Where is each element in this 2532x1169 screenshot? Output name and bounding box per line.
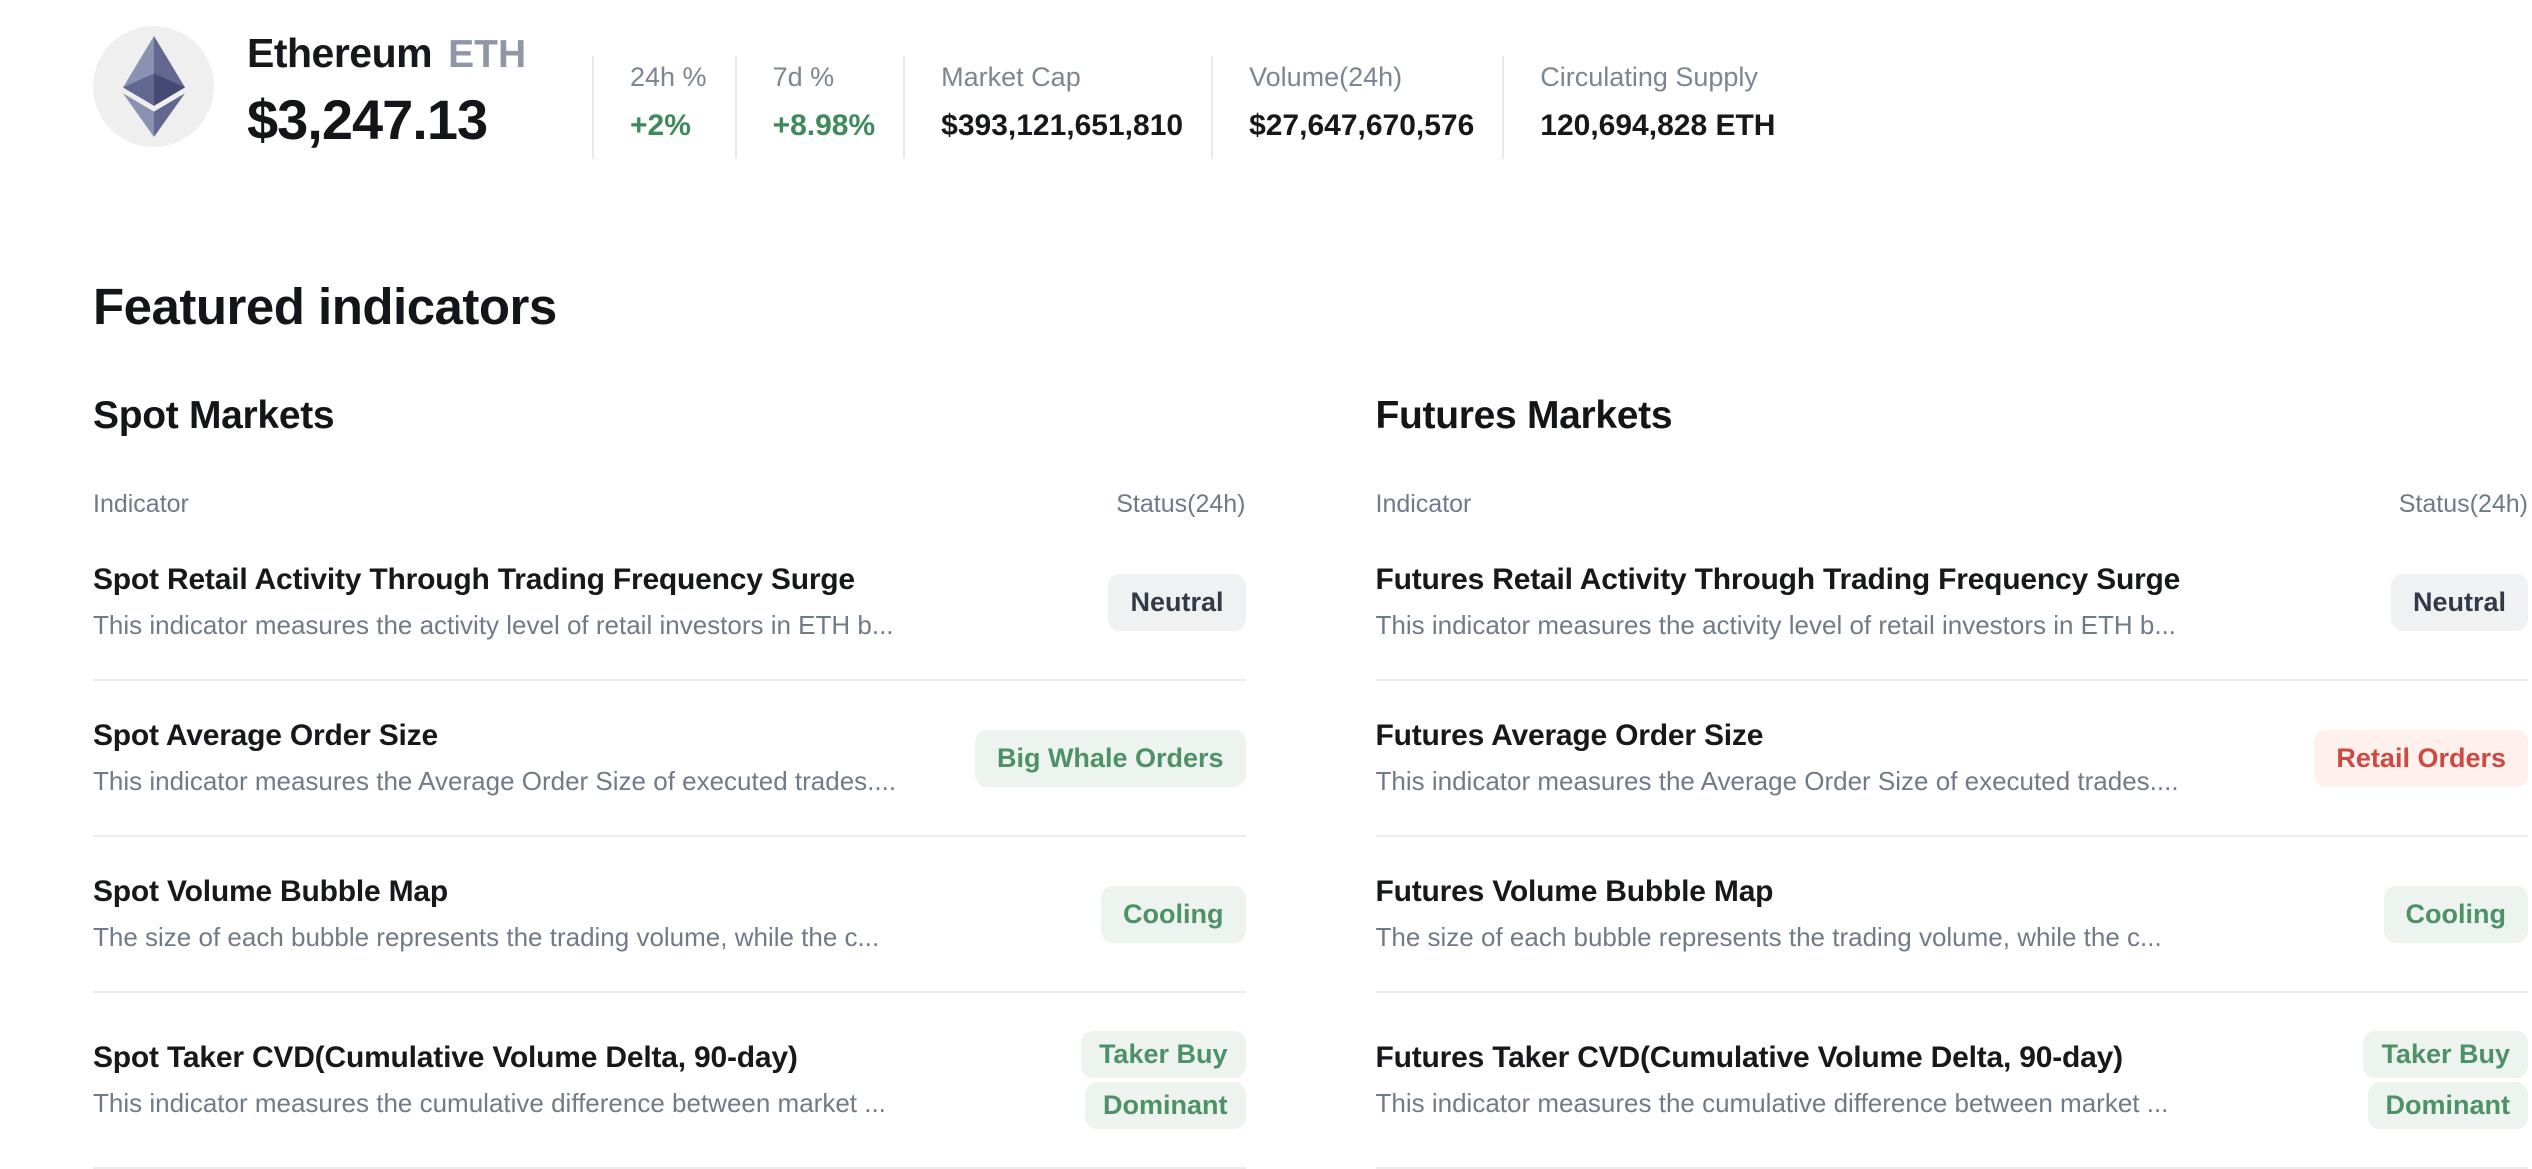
- indicator-title: Futures Retail Activity Through Trading …: [1376, 563, 2181, 597]
- indicator-row-spot-volume-bubble-map[interactable]: Spot Volume Bubble Map The size of each …: [93, 837, 1246, 993]
- column-header-indicator: Indicator: [93, 490, 189, 519]
- indicator-row-spot-retail-activity[interactable]: Spot Retail Activity Through Trading Fre…: [93, 525, 1246, 681]
- column-header-status: Status(24h): [1116, 490, 1245, 519]
- status-badges: Neutral: [2391, 574, 2528, 631]
- status-badge: Neutral: [1108, 574, 1245, 631]
- status-badge: Taker Buy: [2363, 1031, 2528, 1078]
- row-text: Futures Taker CVD(Cumulative Volume Delt…: [1376, 1041, 2169, 1119]
- row-text: Futures Average Order Size This indicato…: [1376, 719, 2179, 797]
- coin-name: Ethereum: [247, 30, 432, 77]
- spot-table-header: Indicator Status(24h): [93, 490, 1246, 519]
- indicator-description: The size of each bubble represents the t…: [1376, 922, 2162, 953]
- row-text: Spot Average Order Size This indicator m…: [93, 719, 896, 797]
- status-badge: Cooling: [1101, 886, 1245, 943]
- indicator-description: The size of each bubble represents the t…: [93, 922, 879, 953]
- status-badge: Taker Buy: [1081, 1031, 1246, 1078]
- row-text: Futures Retail Activity Through Trading …: [1376, 563, 2181, 641]
- status-badge: Retail Orders: [2314, 730, 2528, 787]
- indicator-title: Futures Average Order Size: [1376, 719, 2179, 753]
- status-badge: Big Whale Orders: [975, 730, 1246, 787]
- spot-markets-section: Spot Markets Indicator Status(24h) Spot …: [93, 394, 1246, 1169]
- row-text: Spot Retail Activity Through Trading Fre…: [93, 563, 894, 641]
- stat-label: 24h %: [630, 62, 707, 93]
- row-text: Spot Volume Bubble Map The size of each …: [93, 875, 879, 953]
- status-badge: Dominant: [1085, 1082, 1246, 1129]
- stat-label: 7d %: [773, 62, 876, 93]
- row-text: Spot Taker CVD(Cumulative Volume Delta, …: [93, 1041, 886, 1119]
- coin-title-block: Ethereum ETH $3,247.13: [247, 26, 592, 152]
- status-badges: Cooling: [2384, 886, 2528, 943]
- indicator-columns: Spot Markets Indicator Status(24h) Spot …: [93, 394, 2528, 1169]
- ethereum-diamond-icon: [123, 36, 185, 137]
- status-badge: Cooling: [2384, 886, 2528, 943]
- indicator-title: Spot Volume Bubble Map: [93, 875, 879, 909]
- indicator-title: Spot Retail Activity Through Trading Fre…: [93, 563, 894, 597]
- indicator-description: This indicator measures the cumulative d…: [1376, 1088, 2169, 1119]
- indicator-title: Spot Average Order Size: [93, 719, 896, 753]
- indicator-description: This indicator measures the activity lev…: [93, 610, 894, 641]
- coin-stats: 24h % +2% 7d % +8.98% Market Cap $393,12…: [592, 56, 1803, 159]
- status-badges: Taker Buy Dominant: [2363, 1031, 2528, 1129]
- indicator-row-futures-retail-activity[interactable]: Futures Retail Activity Through Trading …: [1376, 525, 2529, 681]
- ethereum-logo-icon: [93, 26, 214, 147]
- page-title: Featured indicators: [93, 277, 2528, 336]
- indicator-row-spot-average-order-size[interactable]: Spot Average Order Size This indicator m…: [93, 681, 1246, 837]
- coin-symbol: ETH: [448, 33, 526, 77]
- column-header-status: Status(24h): [2399, 490, 2528, 519]
- indicator-title: Futures Taker CVD(Cumulative Volume Delt…: [1376, 1041, 2169, 1075]
- stat-7d-change: 7d % +8.98%: [735, 56, 904, 159]
- futures-markets-section: Futures Markets Indicator Status(24h) Fu…: [1376, 394, 2529, 1169]
- indicator-row-futures-taker-cvd[interactable]: Futures Taker CVD(Cumulative Volume Delt…: [1376, 993, 2529, 1169]
- futures-markets-title: Futures Markets: [1376, 394, 2529, 438]
- row-text: Futures Volume Bubble Map The size of ea…: [1376, 875, 2162, 953]
- indicator-title: Spot Taker CVD(Cumulative Volume Delta, …: [93, 1041, 886, 1075]
- indicator-row-futures-volume-bubble-map[interactable]: Futures Volume Bubble Map The size of ea…: [1376, 837, 2529, 993]
- status-badge: Neutral: [2391, 574, 2528, 631]
- coin-indicators-page: Ethereum ETH $3,247.13 24h % +2% 7d % +8…: [0, 0, 2532, 1168]
- stat-value: +8.98%: [773, 109, 876, 143]
- status-badges: Big Whale Orders: [975, 730, 1246, 787]
- stat-label: Market Cap: [941, 62, 1183, 93]
- status-badges: Taker Buy Dominant: [1081, 1031, 1246, 1129]
- stat-label: Volume(24h): [1249, 62, 1474, 93]
- status-badges: Neutral: [1108, 574, 1245, 631]
- stat-value: $27,647,670,576: [1249, 109, 1474, 143]
- stat-circulating-supply: Circulating Supply 120,694,828 ETH: [1502, 56, 1803, 159]
- stat-label: Circulating Supply: [1540, 62, 1775, 93]
- futures-table-header: Indicator Status(24h): [1376, 490, 2529, 519]
- stat-value: $393,121,651,810: [941, 109, 1183, 143]
- coin-header: Ethereum ETH $3,247.13 24h % +2% 7d % +8…: [93, 0, 2528, 159]
- indicator-description: This indicator measures the Average Orde…: [93, 766, 896, 797]
- status-badges: Cooling: [1101, 886, 1245, 943]
- column-header-indicator: Indicator: [1376, 490, 1472, 519]
- indicator-description: This indicator measures the activity lev…: [1376, 610, 2181, 641]
- status-badges: Retail Orders: [2314, 730, 2528, 787]
- indicator-row-futures-average-order-size[interactable]: Futures Average Order Size This indicato…: [1376, 681, 2529, 837]
- indicator-row-spot-taker-cvd[interactable]: Spot Taker CVD(Cumulative Volume Delta, …: [93, 993, 1246, 1169]
- indicator-title: Futures Volume Bubble Map: [1376, 875, 2162, 909]
- spot-markets-title: Spot Markets: [93, 394, 1246, 438]
- indicator-description: This indicator measures the Average Orde…: [1376, 766, 2179, 797]
- indicator-description: This indicator measures the cumulative d…: [93, 1088, 886, 1119]
- stat-value: +2%: [630, 109, 707, 143]
- stat-value: 120,694,828 ETH: [1540, 109, 1775, 143]
- stat-24h-change: 24h % +2%: [592, 56, 735, 159]
- stat-volume-24h: Volume(24h) $27,647,670,576: [1211, 56, 1502, 159]
- status-badge: Dominant: [2368, 1082, 2529, 1129]
- coin-price: $3,247.13: [247, 87, 592, 152]
- stat-market-cap: Market Cap $393,121,651,810: [903, 56, 1211, 159]
